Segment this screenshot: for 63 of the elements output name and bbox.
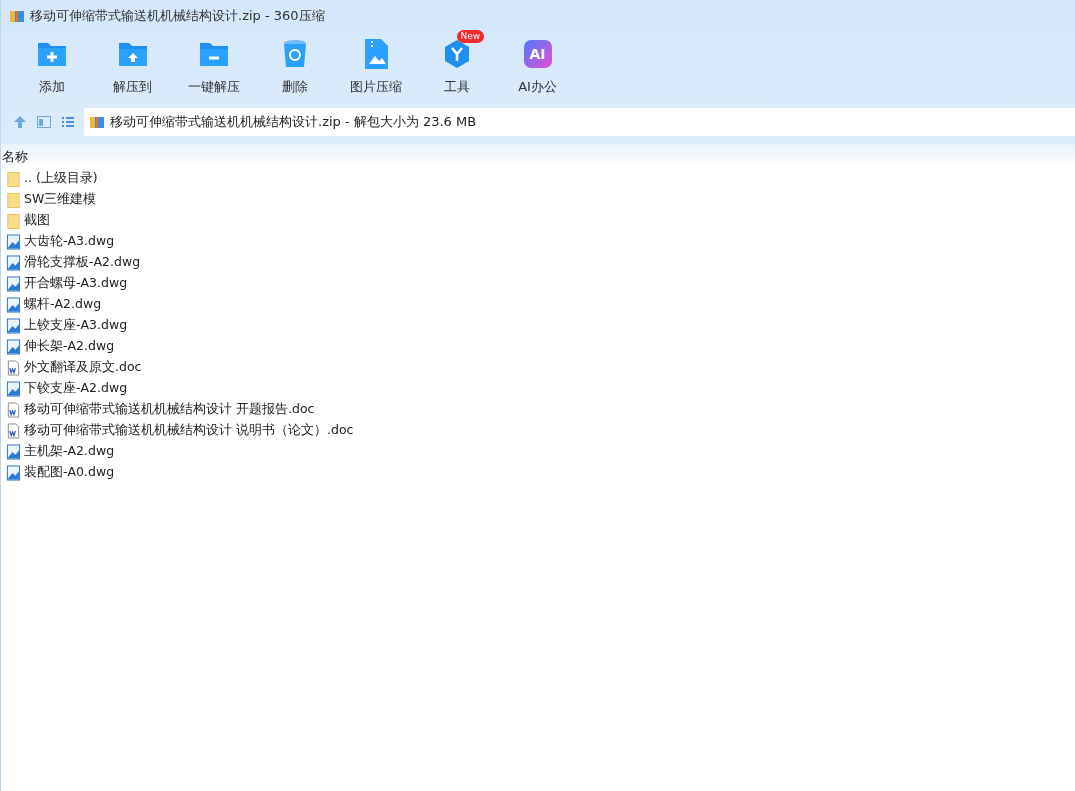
address-bar[interactable]: 移动可伸缩带式输送机机械结构设计.zip - 解包大小为 23.6 MB [84,108,1075,136]
address-text: 移动可伸缩带式输送机机械结构设计.zip - 解包大小为 23.6 MB [110,113,477,131]
column-header[interactable]: 名称 [1,149,29,168]
toolbar-button[interactable]: 删除 [254,32,335,106]
drawing-file-icon [6,296,21,313]
file-row[interactable]: 外文翻译及原文.doc [1,357,1075,378]
file-row[interactable]: 移动可伸缩带式输送机机械结构设计 开题报告.doc [1,399,1075,420]
toolbar-button[interactable]: New 工具 [416,32,497,106]
file-row[interactable]: 截图 [1,210,1075,231]
file-name: 伸长架-A2.dwg [24,338,115,355]
file-name: 滑轮支撑板-A2.dwg [24,254,141,271]
word-document-icon [6,359,21,376]
file-row[interactable]: 伸长架-A2.dwg [1,336,1075,357]
file-row[interactable]: 开合螺母-A3.dwg [1,273,1075,294]
file-name: 开合螺母-A3.dwg [24,275,128,292]
window-title: 移动可伸缩带式输送机机械结构设计.zip - 360压缩 [30,7,325,25]
ai-icon: AI [523,40,552,68]
word-document-icon [6,422,21,439]
drawing-file-icon [6,233,21,250]
list-view-icon[interactable] [60,114,76,130]
file-row[interactable]: 移动可伸缩带式输送机机械结构设计 说明书（论文）.doc [1,420,1075,441]
file-row[interactable]: 下铰支座-A2.dwg [1,378,1075,399]
file-row[interactable]: 上铰支座-A3.dwg [1,315,1075,336]
file-name: 上铰支座-A3.dwg [24,317,128,334]
drawing-file-icon [6,338,21,355]
file-name: 外文翻译及原文.doc [24,359,142,376]
drawing-file-icon [6,464,21,481]
file-name: 移动可伸缩带式输送机机械结构设计 开题报告.doc [24,401,315,418]
drawing-file-icon [6,317,21,334]
toolbar-button[interactable]: 添加 [11,32,92,106]
toolbar-button[interactable]: 一键解压 [173,32,254,106]
file-row[interactable]: 滑轮支撑板-A2.dwg [1,252,1075,273]
file-row[interactable]: 主机架-A2.dwg [1,441,1075,462]
word-document-icon [6,401,21,418]
drawing-file-icon [6,275,21,292]
toolbar-button[interactable]: AI AI办公 [497,32,578,106]
toolbar-button[interactable]: 解压到 [92,32,173,106]
file-name: .. (上级目录) [24,170,98,187]
drawing-file-icon [6,443,21,460]
new-badge: New [456,30,485,43]
file-name: 下铰支座-A2.dwg [24,380,128,397]
file-row[interactable]: 装配图-A0.dwg [1,462,1075,483]
file-name: 移动可伸缩带式输送机机械结构设计 说明书（论文）.doc [24,422,354,439]
folder-icon [6,191,21,208]
file-name: SW三维建模 [24,191,97,208]
file-name: 螺杆-A2.dwg [24,296,102,313]
file-row[interactable]: SW三维建模 [1,189,1075,210]
drawing-file-icon [6,380,21,397]
file-name: 装配图-A0.dwg [24,464,115,481]
file-row[interactable]: .. (上级目录) [1,168,1075,189]
up-arrow-icon[interactable] [12,114,28,130]
file-row[interactable]: 螺杆-A2.dwg [1,294,1075,315]
file-row[interactable]: 大齿轮-A3.dwg [1,231,1075,252]
file-name: 截图 [24,212,50,229]
archive-icon [89,114,105,130]
file-name: 大齿轮-A3.dwg [24,233,115,250]
drawing-file-icon [6,254,21,271]
window-view-icon[interactable] [36,114,52,130]
archive-icon [9,8,25,24]
folder-icon [6,212,21,229]
folder-icon [6,170,21,187]
file-name: 主机架-A2.dwg [24,443,115,460]
toolbar-button[interactable]: 图片压缩 [335,32,416,106]
